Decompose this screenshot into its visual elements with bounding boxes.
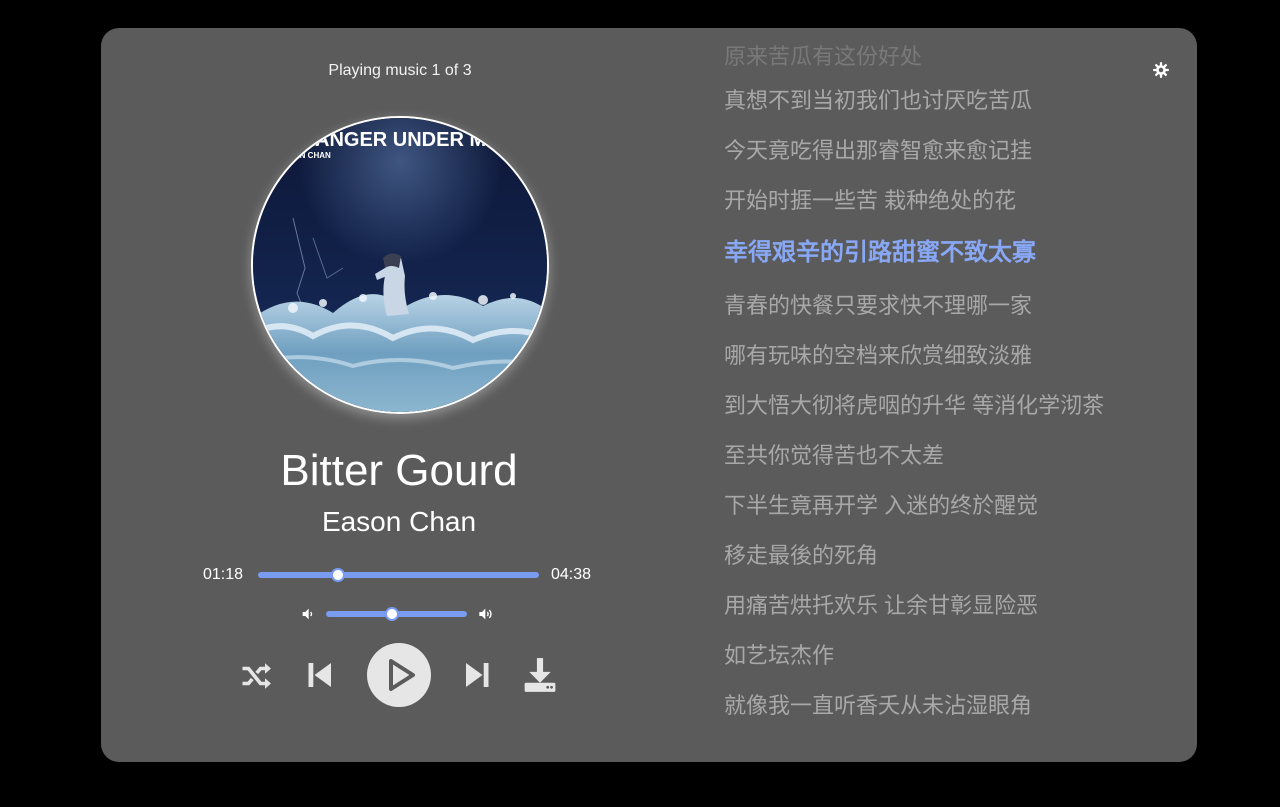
- svg-text:STRANGER UNDER MY SKIN: STRANGER UNDER MY SKIN: [275, 129, 547, 151]
- lyric-line[interactable]: 下半生竟再开学 入迷的终於醒觉: [724, 493, 1038, 519]
- skip-next-icon[interactable]: [463, 657, 493, 698]
- shuffle-icon[interactable]: [238, 658, 274, 699]
- lyric-line[interactable]: 哪有玩味的空档来欣赏细致淡雅: [724, 343, 1032, 369]
- lyrics-panel: 原来苦瓜有这份好处真想不到当初我们也讨厌吃苦瓜 今天竟吃得出那睿智愈来愈记挂 开始时…: [724, 28, 1164, 762]
- music-player: Playing music 1 of 3 STRANGER UNDER MY S…: [101, 28, 1197, 762]
- lyric-line[interactable]: 今天竟吃得出那睿智愈来愈记挂: [724, 138, 1032, 164]
- progress-slider[interactable]: [258, 568, 539, 582]
- svg-text:EASON CHAN: EASON CHAN: [277, 151, 331, 160]
- lyric-line-active[interactable]: 幸得艰辛的引路甜蜜不致太寡: [724, 240, 1036, 266]
- elapsed-time: 01:18: [203, 566, 244, 583]
- volume-low-icon[interactable]: [300, 606, 316, 622]
- lyric-line[interactable]: 如艺坛杰作: [724, 643, 834, 669]
- lyric-line[interactable]: 至共你觉得苦也不太差: [724, 443, 944, 469]
- lyric-line[interactable]: 用痛苦烘托欢乐 让余甘彰显险恶: [724, 593, 1038, 619]
- lyric-line[interactable]: 原来苦瓜有这份好处: [724, 44, 922, 70]
- play-button[interactable]: [366, 642, 432, 713]
- progress-thumb[interactable]: [331, 568, 346, 582]
- song-title: Bitter Gourd: [280, 446, 518, 495]
- lyric-line[interactable]: 开始时捱一些苦 栽种绝处的花: [724, 188, 1016, 214]
- volume-thumb[interactable]: [385, 607, 400, 621]
- album-cover: STRANGER UNDER MY SKIN EASON CHAN: [251, 116, 549, 414]
- skip-previous-icon[interactable]: [304, 657, 334, 698]
- lyric-line[interactable]: 就像我一直听香夭从未沾湿眼角: [724, 693, 1032, 719]
- total-time: 04:38: [551, 566, 592, 583]
- volume-high-icon[interactable]: [477, 606, 493, 622]
- lyric-line[interactable]: 移走最後的死角: [724, 543, 878, 569]
- download-icon[interactable]: [521, 655, 559, 700]
- lyric-line[interactable]: 到大悟大彻将虎咽的升华 等消化学沏茶: [724, 393, 1104, 419]
- volume-slider[interactable]: [326, 607, 467, 621]
- lyric-line[interactable]: 真想不到当初我们也讨厌吃苦瓜: [724, 88, 1032, 114]
- lyric-line[interactable]: 青春的快餐只要求快不理哪一家: [724, 293, 1032, 319]
- playing-status: Playing music 1 of 3: [328, 62, 472, 79]
- song-artist: Eason Chan: [321, 506, 477, 537]
